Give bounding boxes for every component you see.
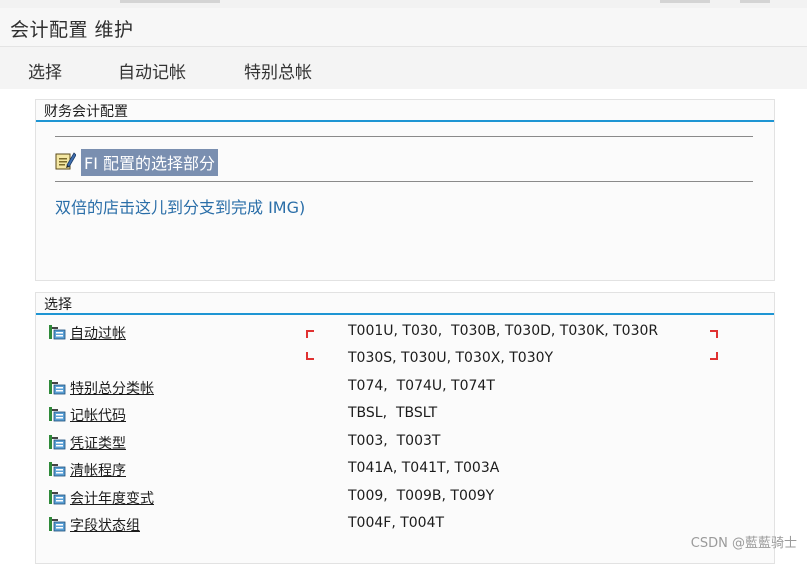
table-list: T003, T003T: [348, 433, 441, 449]
menu-item-auto-posting[interactable]: 自动记帐: [118, 58, 186, 83]
title-bar: 会计配置 维护: [0, 8, 807, 46]
list-item: 特别总分类帐 T074, T074U, T074T: [36, 375, 774, 401]
tree-node-icon[interactable]: [48, 489, 66, 505]
tree-node-icon[interactable]: [48, 434, 66, 450]
selection-group: 选择 自动过帐 T001U, T030, T030B, T030D, T030K…: [35, 292, 775, 564]
tree-link-fiscal-year-variant[interactable]: 会计年度变式: [70, 488, 154, 508]
list-item: 凭证类型 T003, T003T: [36, 430, 774, 456]
tree-link-field-status-groups[interactable]: 字段状态组: [70, 515, 140, 535]
list-item: T030S, T030U, T030X, T030Y: [36, 347, 774, 373]
edit-config-icon[interactable]: [54, 151, 76, 171]
list-item: 记帐代码 TBSL, TBSLT: [36, 402, 774, 428]
group-header: 财务会计配置: [36, 100, 774, 122]
table-list: TBSL, TBSLT: [348, 405, 438, 421]
list-item: 清帐程序 T041A, T041T, T003A: [36, 457, 774, 483]
group-title: 选择: [44, 297, 72, 313]
list-item: 自动过帐 T001U, T030, T030B, T030D, T030K, T…: [36, 320, 774, 346]
table-list: T074, T074U, T074T: [348, 378, 495, 394]
tree-node-icon[interactable]: [48, 461, 66, 477]
tree-node-icon[interactable]: [48, 379, 66, 395]
tree-node-icon[interactable]: [48, 406, 66, 422]
list-item: 会计年度变式 T009, T009B, T009Y: [36, 485, 774, 511]
tree-link-document-types[interactable]: 凭证类型: [70, 433, 126, 453]
toolbar-remnant: [660, 0, 710, 3]
menu-item-select[interactable]: 选择: [28, 58, 62, 83]
tree-link-posting-keys[interactable]: 记帐代码: [70, 405, 126, 425]
divider: [55, 136, 753, 137]
table-list: T030S, T030U, T030X, T030Y: [348, 350, 554, 366]
menu-bar: 选择 自动记帐 特别总帐: [0, 46, 807, 90]
finance-config-group: 财务会计配置 FI 配置的选择部分 双倍的店击这儿到分支到完成 IMG): [35, 99, 775, 281]
table-list: T004F, T004T: [348, 515, 445, 531]
table-list: T041A, T041T, T003A: [348, 460, 500, 476]
list-item: 字段状态组 T004F, T004T: [36, 512, 774, 538]
group-header: 选择: [36, 293, 774, 315]
menu-item-special-gl[interactable]: 特别总帐: [244, 58, 312, 83]
tree-node-icon[interactable]: [48, 324, 66, 340]
fi-config-link[interactable]: FI 配置的选择部分: [81, 149, 219, 176]
toolbar-remnant: [120, 0, 220, 3]
page-title: 会计配置 维护: [10, 19, 134, 41]
divider: [55, 181, 753, 182]
group-title: 财务会计配置: [44, 104, 128, 120]
table-list: T009, T009B, T009Y: [348, 488, 495, 504]
tree-link-special-gl[interactable]: 特别总分类帐: [70, 378, 154, 398]
table-list: T001U, T030, T030B, T030D, T030K, T030R: [348, 323, 659, 339]
tree-node-icon[interactable]: [48, 516, 66, 532]
double-click-img-link[interactable]: 双倍的店击这儿到分支到完成 IMG): [55, 194, 305, 218]
tree-link-auto-posting[interactable]: 自动过帐: [70, 323, 126, 343]
tree-link-clearing-procedures[interactable]: 清帐程序: [70, 460, 126, 480]
watermark: CSDN @藍藍骑士: [690, 536, 797, 551]
toolbar-remnant: [740, 0, 770, 3]
